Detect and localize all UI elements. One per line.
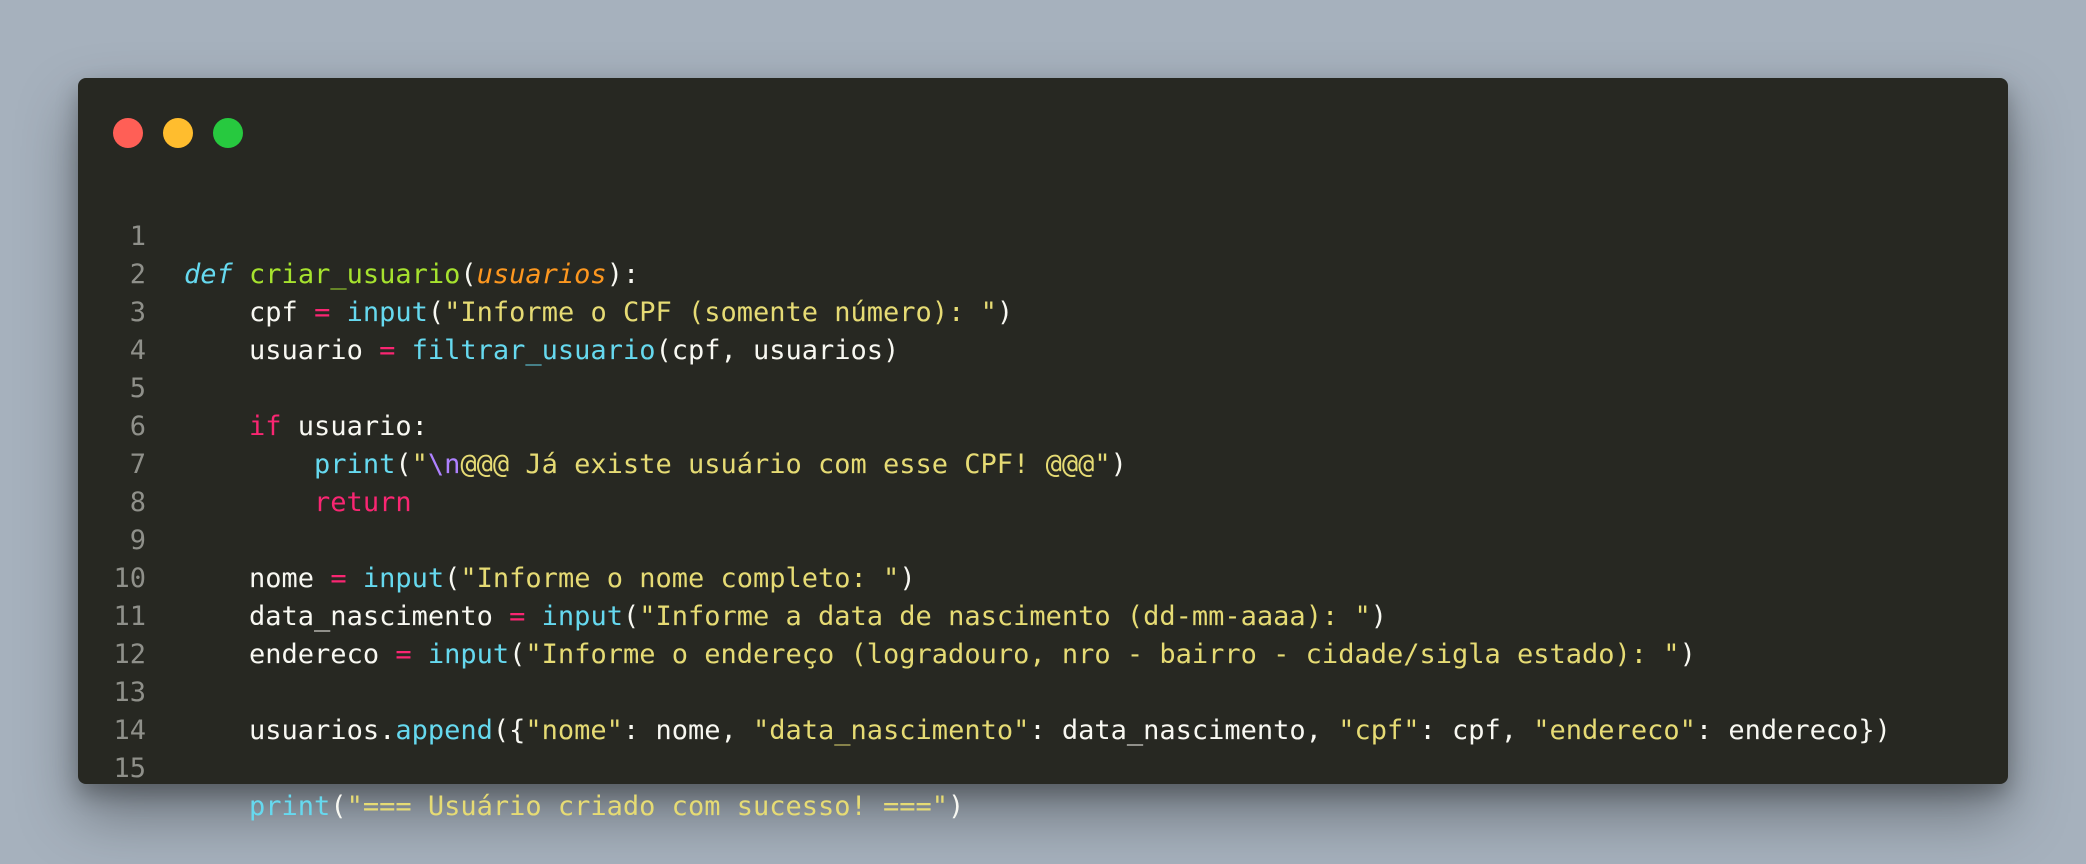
code-line: 11 endereco = input("Informe o endereço … bbox=[78, 560, 2008, 670]
code-line: 2 cpf = input("Informe o CPF (somente nú… bbox=[78, 218, 2008, 328]
close-window-icon[interactable] bbox=[113, 118, 143, 148]
code-text: print("=== Usuário criado com sucesso! =… bbox=[184, 788, 964, 826]
code-block: 1 def criar_usuario(usuarios): 2 cpf = i… bbox=[78, 180, 2008, 822]
code-line: 3 usuario = filtrar_usuario(cpf, usuario… bbox=[78, 256, 2008, 366]
code-line: 12 bbox=[78, 598, 2008, 670]
code-line: 10 data_nascimento = input("Informe a da… bbox=[78, 522, 2008, 632]
code-line: 1 def criar_usuario(usuarios): bbox=[78, 180, 2008, 290]
code-line: 9 nome = input("Informe o nome completo:… bbox=[78, 484, 2008, 594]
code-line: 8 bbox=[78, 446, 2008, 518]
code-line: 14 bbox=[78, 674, 2008, 746]
code-line: 5 if usuario: bbox=[78, 332, 2008, 442]
minimize-window-icon[interactable] bbox=[163, 118, 193, 148]
code-line: 4 bbox=[78, 294, 2008, 366]
punctuation: ( bbox=[330, 791, 347, 822]
code-line: 7 return bbox=[78, 408, 2008, 518]
punctuation: ) bbox=[948, 791, 965, 822]
builtin-call: print bbox=[249, 791, 331, 822]
code-line: 6 print("\n@@@ Já existe usuário com ess… bbox=[78, 370, 2008, 480]
maximize-window-icon[interactable] bbox=[213, 118, 243, 148]
line-number: 15 bbox=[113, 753, 146, 784]
code-window: 1 def criar_usuario(usuarios): 2 cpf = i… bbox=[78, 78, 2008, 822]
code-line: 13 usuarios.append({"nome": nome, "data_… bbox=[78, 636, 2008, 746]
code-line: 15 print("=== Usuário criado com sucesso… bbox=[78, 712, 2008, 822]
string: "=== Usuário criado com sucesso! ===" bbox=[346, 791, 949, 822]
